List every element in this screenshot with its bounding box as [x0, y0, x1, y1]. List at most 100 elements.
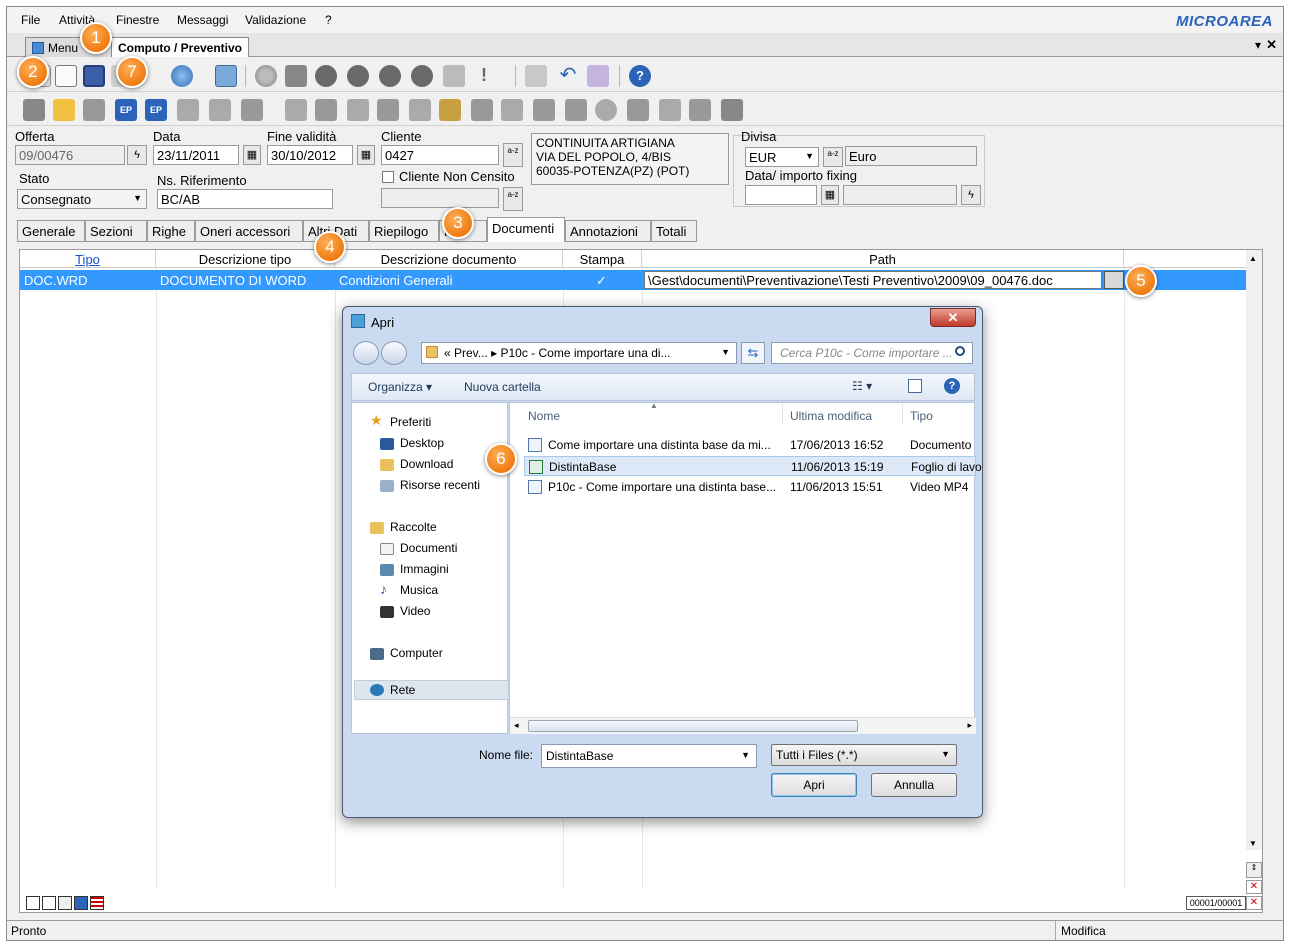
data-calendar-icon[interactable]: ▦: [243, 145, 261, 165]
import-icon[interactable]: [439, 99, 461, 121]
cancel-edit-icon[interactable]: [525, 65, 547, 87]
next-record-icon[interactable]: [379, 65, 401, 87]
person-icon[interactable]: [627, 99, 649, 121]
shipping-icon[interactable]: [689, 99, 711, 121]
cell-descrizione-tipo[interactable]: DOCUMENTO DI WORD: [160, 273, 306, 288]
gears-icon[interactable]: [471, 99, 493, 121]
grid-new-icon[interactable]: [26, 896, 40, 910]
document-icon[interactable]: [177, 99, 199, 121]
undo-icon[interactable]: ↶: [557, 65, 579, 87]
col-nome[interactable]: Nome: [528, 409, 560, 423]
offerta-lightning-icon[interactable]: ϟ: [127, 145, 147, 165]
refresh-icon[interactable]: [587, 65, 609, 87]
menu-finestre[interactable]: Finestre: [116, 13, 159, 27]
search-icon[interactable]: [955, 346, 965, 356]
alert-icon[interactable]: !: [473, 65, 495, 87]
refresh-icon[interactable]: ⇆: [741, 342, 765, 364]
cancel-button[interactable]: Annulla: [871, 773, 957, 797]
nav-risorse-recenti[interactable]: Risorse recenti: [400, 478, 480, 492]
help-icon[interactable]: ?: [629, 65, 651, 87]
folder-open-icon[interactable]: [23, 99, 45, 121]
tab-sezioni[interactable]: Sezioni: [85, 220, 147, 242]
tab-righe[interactable]: Righe: [147, 220, 195, 242]
clipboard-icon[interactable]: [443, 65, 465, 87]
report-icon[interactable]: [347, 99, 369, 121]
tab-close-icon[interactable]: ✕: [1266, 37, 1277, 53]
divisa-select[interactable]: EUR ▼: [745, 147, 819, 167]
wrench-icon[interactable]: [315, 99, 337, 121]
non-censito-lookup-icon[interactable]: a-z: [503, 187, 523, 211]
view-icon[interactable]: ☷ ▾: [852, 379, 872, 393]
calendar-icon[interactable]: [721, 99, 743, 121]
scroll-right-icon[interactable]: ▸: [967, 720, 972, 731]
fine-validita-field[interactable]: 30/10/2012: [267, 145, 353, 165]
cliente-field[interactable]: 0427: [381, 145, 499, 165]
scroll-up-icon[interactable]: ▲: [1249, 254, 1257, 263]
globe-icon[interactable]: [171, 65, 193, 87]
delete-row-icon[interactable]: ✕: [1246, 896, 1262, 910]
invoice-icon[interactable]: [409, 99, 431, 121]
address-dropdown-icon[interactable]: ▼: [721, 347, 730, 357]
col-path[interactable]: Path: [642, 250, 1124, 268]
search-input[interactable]: Cerca P10c - Come importare ...: [771, 342, 973, 364]
col-tipo-file[interactable]: Tipo: [910, 409, 933, 423]
divisa-lookup-icon[interactable]: a-z: [823, 147, 843, 167]
first-record-icon[interactable]: [315, 65, 337, 87]
nav-preferiti[interactable]: Preferiti: [390, 415, 431, 429]
warehouse2-icon[interactable]: [565, 99, 587, 121]
nav-download[interactable]: Download: [400, 457, 453, 471]
edit-icon[interactable]: [55, 65, 77, 87]
remove-row-icon[interactable]: ✕: [1246, 880, 1262, 894]
grid-lines-icon[interactable]: [90, 896, 104, 910]
tab-oneri-accessori[interactable]: Oneri accessori: [195, 220, 303, 242]
binoculars-icon[interactable]: [285, 65, 307, 87]
file-row[interactable]: DistintaBase 11/06/2013 15:19 Foglio di …: [524, 456, 982, 476]
previous-record-icon[interactable]: [347, 65, 369, 87]
nav-computer[interactable]: Computer: [390, 646, 443, 660]
fixing-date-field[interactable]: [745, 185, 817, 205]
cell-tipo[interactable]: DOC.WRD: [24, 273, 88, 288]
cell-stampa[interactable]: ✓: [596, 273, 607, 289]
tab-documenti[interactable]: Documenti: [487, 217, 565, 242]
offerta-field[interactable]: 09/00476: [15, 145, 125, 165]
folder-grey-icon[interactable]: [83, 99, 105, 121]
back-icon[interactable]: [353, 341, 379, 365]
fixing-calendar-icon[interactable]: ▦: [821, 185, 839, 205]
non-censito-checkbox[interactable]: [382, 171, 394, 183]
tab-generale[interactable]: Generale: [17, 220, 85, 242]
tab-annotazioni[interactable]: Annotazioni: [565, 220, 651, 242]
file-row[interactable]: P10c - Come importare una distinta base.…: [524, 477, 976, 497]
col-tipo[interactable]: Tipo: [20, 250, 156, 268]
ledger-icon[interactable]: [377, 99, 399, 121]
col-descrizione-tipo[interactable]: Descrizione tipo: [156, 250, 335, 268]
address-bar[interactable]: « Prev... ▸ P10c - Come importare una di…: [421, 342, 737, 364]
path-input[interactable]: \Gest\documenti\Preventivazione\Testi Pr…: [644, 271, 1102, 289]
nuova-cartella-button[interactable]: Nuova cartella: [464, 380, 541, 394]
warehouse-icon[interactable]: [533, 99, 555, 121]
nav-desktop[interactable]: Desktop: [400, 436, 444, 450]
ep-plus-icon[interactable]: EP: [145, 99, 167, 121]
nav-rete[interactable]: Rete: [390, 683, 415, 697]
document-x-icon[interactable]: [209, 99, 231, 121]
nav-video[interactable]: Video: [400, 604, 430, 618]
vertical-scrollbar[interactable]: ▲ ▼: [1246, 250, 1262, 850]
nav-documenti[interactable]: Documenti: [400, 541, 457, 555]
fixing-amount-field[interactable]: [843, 185, 957, 205]
cell-descrizione-documento[interactable]: Condizioni Generali: [339, 273, 452, 288]
ep-icon[interactable]: EP: [115, 99, 137, 121]
non-censito-field[interactable]: [381, 188, 499, 208]
menu-help[interactable]: ?: [325, 13, 332, 27]
scroll-left-icon[interactable]: ◂: [514, 720, 519, 731]
save-icon[interactable]: [83, 65, 105, 87]
col-descrizione-documento[interactable]: Descrizione documento: [335, 250, 563, 268]
file-row[interactable]: Come importare una distinta base da mi..…: [524, 435, 976, 455]
settings-icon[interactable]: [215, 65, 237, 87]
preview-pane-icon[interactable]: [908, 379, 922, 393]
spin-icon[interactable]: ⇕: [1246, 862, 1262, 878]
scroll-thumb[interactable]: [528, 720, 858, 732]
nav-raccolte[interactable]: Raccolte: [390, 520, 437, 534]
menu-validazione[interactable]: Validazione: [245, 13, 306, 27]
info-gear-icon[interactable]: [659, 99, 681, 121]
nav-immagini[interactable]: Immagini: [400, 562, 449, 576]
tab-riepilogo[interactable]: Riepilogo: [369, 220, 439, 242]
